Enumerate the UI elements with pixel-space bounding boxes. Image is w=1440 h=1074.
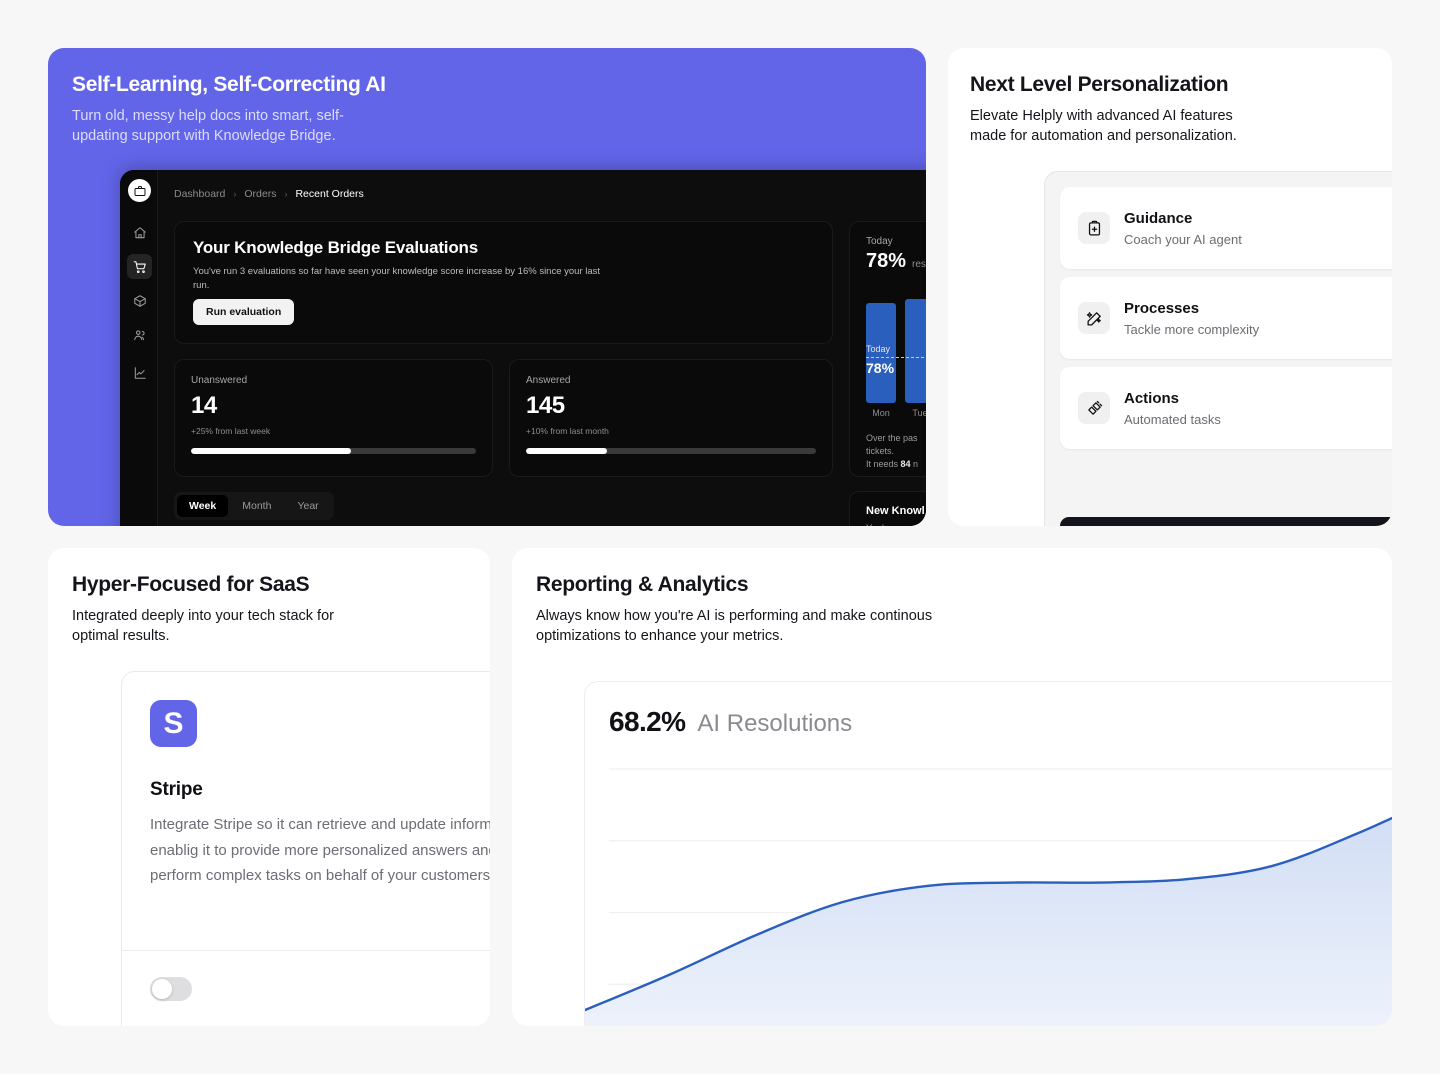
test-ai-agent-button[interactable]: Test Your AI Agent [1060,517,1392,526]
sidebar-item-orders[interactable] [127,254,152,279]
page-root: Self-Learning, Self-Correcting AI Turn o… [0,0,1440,1074]
feature-desc: Coach your AI agent [1124,231,1242,247]
kpi-block: 68.2% AI Resolutions [609,706,852,738]
tab-year[interactable]: Year [285,495,330,517]
tooltip-dashed-line [866,357,926,358]
feature-text: Guidance Coach your AI agent [1124,210,1242,247]
progress-fill [526,448,608,454]
saas-subtitle: Integrated deeply into your tech stack f… [72,608,334,644]
today-resolution-card: Today 78% res Mon Tue Today 78% Over the… [849,221,926,477]
chevron-right-icon: › [284,189,288,199]
reporting-title: Reporting & Analytics [536,573,749,596]
tab-week[interactable]: Week [177,495,229,517]
feature-title: Processes [1124,299,1200,317]
today-note: Over the pas tickets. It needs 84 n [866,432,926,471]
integration-description: Integrate Stripe so it can retrieve and … [150,816,490,884]
chart-area [585,818,1392,1026]
ai-resolutions-area-chart [585,755,1392,1026]
knowledge-bridge-panel: Your Knowledge Bridge Evaluations You've… [174,221,833,344]
saas-title: Hyper-Focused for SaaS [72,573,310,596]
feature-processes[interactable]: Processes Tackle more complexity [1060,277,1392,359]
feature-guidance[interactable]: Guidance Coach your AI agent [1060,187,1392,269]
today-value: 78% [866,250,907,272]
sidebar-item-home[interactable] [127,220,152,245]
bar-chart-labels: Mon Tue [866,408,926,418]
note-line-1: Over the pas [866,433,918,443]
saas-card: Hyper-Focused for SaaS Integrated deeply… [48,548,490,1026]
stat-delta: +25% from last week [191,426,271,436]
personalization-feature-panel: Guidance Coach your AI agent Processes T… [1044,171,1392,526]
stat-card-answered: Answered 145 +10% from last month [509,359,833,477]
clipboard-plus-icon [1078,212,1110,244]
breadcrumb: Dashboard › Orders › Recent Orders [174,188,364,200]
hero-subtitle: Turn old, messy help docs into smart, se… [72,108,344,144]
personalization-card: Next Level Personalization Elevate Helpl… [948,48,1392,526]
note-line-2: tickets. [866,446,895,456]
kpi-value: 68.2% [609,706,686,737]
new-knowledge-title: New Knowl [866,505,925,517]
today-value-suffix: res [912,259,926,270]
feature-actions[interactable]: Actions Automated tasks [1060,367,1392,449]
knowledge-bridge-title: Your Knowledge Bridge Evaluations [193,238,478,257]
knowledge-bridge-body: You've run 3 evaluations so far have see… [193,266,601,291]
stat-value: 145 [526,392,565,419]
bar-label-tue: Tue [912,408,926,418]
stripe-logo-icon: S [150,700,197,747]
dashboard-sidebar [120,170,158,526]
progress-track [526,448,816,454]
stat-value: 14 [191,392,217,419]
toggle-knob [152,979,172,999]
bar-label-mon: Mon [872,408,890,418]
stat-label: Answered [526,375,571,386]
briefcase-icon[interactable] [128,179,151,202]
dashboard-mockup: Dashboard › Orders › Recent Orders Searc… [120,170,926,526]
tooltip-value: 78% [866,360,895,376]
breadcrumb-item-orders[interactable]: Orders [244,188,276,200]
feature-text: Actions Automated tasks [1124,390,1221,427]
integration-toggle[interactable] [150,977,192,1001]
note-line-3-bold: 84 [900,459,911,469]
feature-desc: Automated tasks [1124,411,1221,427]
dashboard-content: Dashboard › Orders › Recent Orders Searc… [158,170,926,526]
plug-connector-icon [1078,392,1110,424]
period-segmented-control: Week Month Year [174,492,334,520]
chart-tooltip: Today 78% [866,344,926,376]
today-label: Today [866,236,893,247]
personalization-subtitle: Elevate Helply with advanced AI features… [970,108,1237,144]
feature-title: Actions [1124,389,1180,407]
chevron-right-icon: › [233,189,237,199]
integration-name: Stripe [150,779,203,800]
kpi-label: AI Resolutions [697,710,853,737]
analytics-panel: 68.2% AI Resolutions [584,681,1392,1026]
new-knowledge-body: You're creat [866,522,926,526]
run-evaluation-button[interactable]: Run evaluation [193,299,295,325]
stat-card-unanswered: Unanswered 14 +25% from last week [174,359,493,477]
tooltip-label: Today [866,344,891,354]
breadcrumb-item-dashboard[interactable]: Dashboard [174,188,225,200]
reporting-card: Reporting & Analytics Always know how yo… [512,548,1392,1026]
feature-desc: Tackle more complexity [1124,321,1260,337]
magic-wand-icon [1078,302,1110,334]
tab-month[interactable]: Month [230,495,283,517]
stat-label: Unanswered [191,375,248,386]
note-line-3-suffix: n [910,459,919,469]
reporting-subtitle: Always know how you're AI is performing … [536,608,933,644]
new-knowledge-card: New Knowl You're creat [849,491,926,526]
divider [122,950,490,951]
breadcrumb-item-recent-orders[interactable]: Recent Orders [295,188,363,200]
feature-text: Processes Tackle more complexity [1124,300,1259,337]
integration-panel: S Stripe Integrate Stripe so it can retr… [121,671,490,1026]
chart-svg [585,755,1392,1026]
progress-fill [191,448,351,454]
sidebar-item-customers[interactable] [127,322,152,347]
hero-title: Self-Learning, Self-Correcting AI [72,73,386,96]
sidebar-item-products[interactable] [127,288,152,313]
stat-delta: +10% from last month [526,426,609,436]
sidebar-item-analytics[interactable] [127,360,152,385]
progress-track [191,448,476,454]
personalization-title: Next Level Personalization [970,73,1229,96]
note-line-3-prefix: It needs [866,459,901,469]
hero-card: Self-Learning, Self-Correcting AI Turn o… [48,48,926,526]
feature-title: Guidance [1124,209,1193,227]
